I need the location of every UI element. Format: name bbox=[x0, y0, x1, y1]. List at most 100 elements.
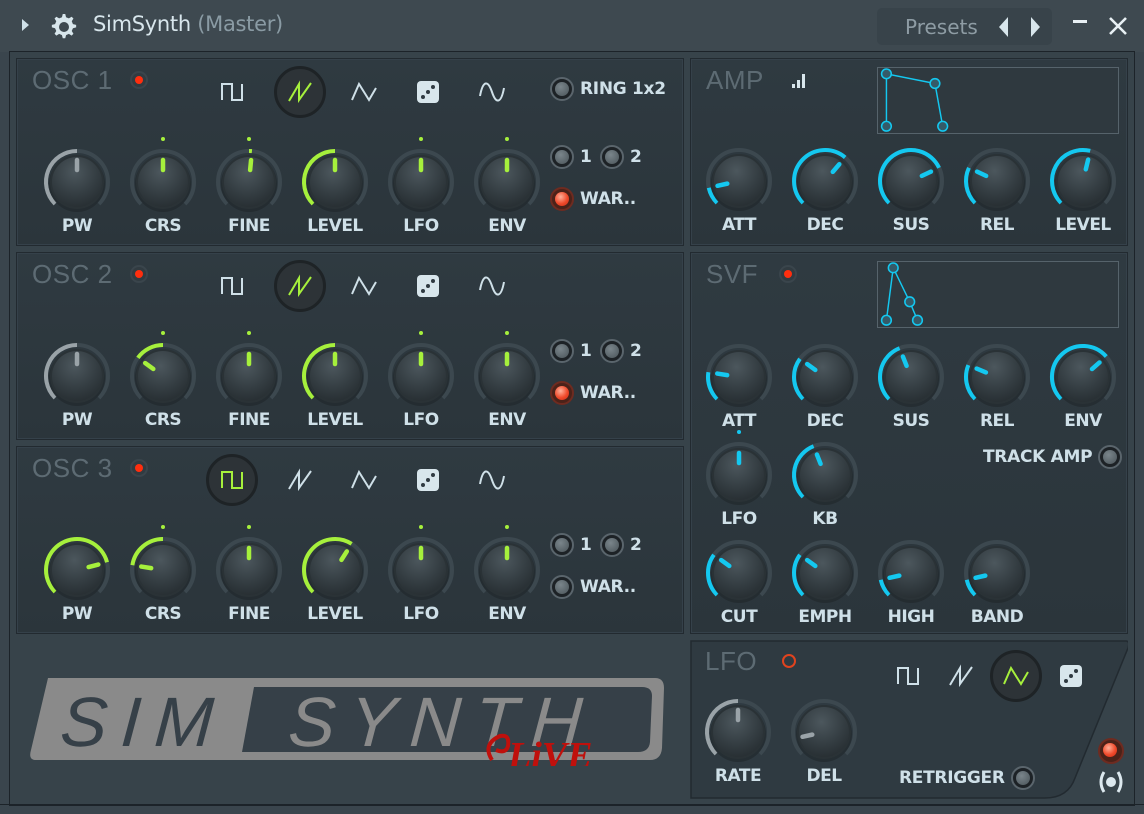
osc-toggle-1-button[interactable] bbox=[550, 145, 574, 169]
gear-icon[interactable] bbox=[50, 12, 78, 40]
osc-toggle-2[interactable]: 2 bbox=[600, 533, 642, 557]
wave-square-icon[interactable] bbox=[209, 69, 255, 115]
lfo-enable-led[interactable] bbox=[780, 652, 798, 670]
osc-knob-lfo[interactable]: LFO bbox=[386, 525, 456, 624]
svf-knob-lfo[interactable]: LFO bbox=[704, 430, 774, 529]
expand-arrow-icon[interactable] bbox=[22, 19, 29, 31]
osc-knob-pw[interactable]: PW bbox=[42, 147, 112, 236]
osc-knob-crs[interactable]: CRS bbox=[128, 137, 198, 236]
osc-knob-level[interactable]: LEVEL bbox=[300, 341, 370, 430]
amp-envelope-display[interactable] bbox=[877, 67, 1119, 134]
wave-square-icon[interactable] bbox=[209, 263, 255, 309]
svf-enable-led[interactable] bbox=[779, 265, 797, 283]
amp-knob-rel[interactable]: REL bbox=[962, 146, 1032, 235]
osc-toggle-1[interactable]: 1 bbox=[550, 339, 592, 363]
warm-toggle[interactable]: WAR.. bbox=[550, 575, 636, 599]
wave-sine-icon[interactable] bbox=[469, 263, 515, 309]
amp-knob-level[interactable]: LEVEL bbox=[1048, 146, 1118, 235]
wave-noise-icon[interactable] bbox=[405, 457, 451, 503]
track-amp-toggle[interactable]: TRACK AMP bbox=[977, 445, 1123, 469]
envelope-point[interactable] bbox=[904, 296, 916, 308]
osc-toggle-2-button[interactable] bbox=[600, 339, 624, 363]
svf-knob-env[interactable]: ENV bbox=[1048, 342, 1118, 431]
wave-square-icon[interactable] bbox=[206, 454, 258, 506]
svf-knob-emph[interactable]: EMPH bbox=[790, 538, 860, 627]
power-led-button[interactable] bbox=[1098, 738, 1124, 764]
amp-knob-sus[interactable]: SUS bbox=[876, 146, 946, 235]
osc-toggle-2[interactable]: 2 bbox=[600, 145, 642, 169]
osc-enable-led[interactable] bbox=[130, 71, 148, 89]
preset-prev-icon[interactable] bbox=[999, 17, 1008, 37]
amp-knob-dec[interactable]: DEC bbox=[790, 146, 860, 235]
osc-knob-env[interactable]: ENV bbox=[472, 137, 542, 236]
svf-knob-band[interactable]: BAND bbox=[962, 538, 1032, 627]
wave-noise-icon[interactable] bbox=[405, 263, 451, 309]
osc-knob-level[interactable]: LEVEL bbox=[300, 535, 370, 624]
osc-knob-lfo[interactable]: LFO bbox=[386, 137, 456, 236]
svf-knob-high[interactable]: HIGH bbox=[876, 538, 946, 627]
amp-knob-att[interactable]: ATT bbox=[704, 146, 774, 235]
retrigger-button[interactable] bbox=[1010, 766, 1035, 790]
presets-selector[interactable]: Presets bbox=[877, 8, 1052, 45]
lfo-wave-noise-icon[interactable] bbox=[1048, 653, 1094, 699]
svf-knob-kb[interactable]: KB bbox=[790, 440, 860, 529]
warm-toggle-button[interactable] bbox=[550, 187, 574, 211]
wave-saw-icon[interactable] bbox=[274, 260, 326, 312]
track-amp-button[interactable] bbox=[1098, 445, 1123, 469]
warm-toggle-button[interactable] bbox=[550, 381, 574, 405]
osc-knob-fine[interactable]: FINE bbox=[214, 331, 284, 430]
osc-knob-env[interactable]: ENV bbox=[472, 525, 542, 624]
wave-triangle-icon[interactable] bbox=[341, 263, 387, 309]
warm-toggle-button[interactable] bbox=[550, 575, 574, 599]
osc-knob-fine[interactable]: FINE bbox=[214, 137, 284, 236]
osc-toggle-1-button[interactable] bbox=[550, 339, 574, 363]
lfo-wave-square-icon[interactable] bbox=[885, 653, 931, 699]
svf-knob-dec[interactable]: DEC bbox=[790, 342, 860, 431]
wave-saw-icon[interactable] bbox=[274, 66, 326, 118]
broadcast-icon[interactable] bbox=[1096, 768, 1126, 796]
retrigger-toggle[interactable]: RETRIGGER bbox=[893, 766, 1035, 790]
osc-enable-led[interactable] bbox=[130, 459, 148, 477]
signal-bars-icon[interactable] bbox=[791, 71, 809, 89]
ring-toggle-button[interactable] bbox=[550, 77, 574, 101]
envelope-point[interactable] bbox=[880, 120, 893, 132]
envelope-point[interactable] bbox=[911, 314, 924, 326]
svf-envelope-display[interactable] bbox=[877, 261, 1119, 328]
svf-knob-sus[interactable]: SUS bbox=[876, 342, 946, 431]
warm-toggle[interactable]: WAR.. bbox=[550, 187, 636, 211]
envelope-point[interactable] bbox=[880, 314, 893, 326]
svf-knob-cut[interactable]: CUT bbox=[704, 538, 774, 627]
wave-sine-icon[interactable] bbox=[469, 69, 515, 115]
minimize-icon[interactable] bbox=[1073, 20, 1087, 23]
lfo-wave-saw-icon[interactable] bbox=[938, 653, 984, 699]
wave-triangle-icon[interactable] bbox=[341, 457, 387, 503]
envelope-point[interactable] bbox=[937, 120, 949, 132]
preset-next-icon[interactable] bbox=[1031, 17, 1040, 37]
osc-knob-pw[interactable]: PW bbox=[42, 341, 112, 430]
svf-knob-att[interactable]: ATT bbox=[704, 342, 774, 431]
lfo-knob-rate[interactable]: RATE bbox=[703, 697, 773, 786]
osc-knob-env[interactable]: ENV bbox=[472, 331, 542, 430]
lfo-knob-del[interactable]: DEL bbox=[789, 697, 859, 786]
osc-knob-pw[interactable]: PW bbox=[42, 535, 112, 624]
osc-enable-led[interactable] bbox=[130, 265, 148, 283]
osc-toggle-1-button[interactable] bbox=[550, 533, 574, 557]
wave-triangle-icon[interactable] bbox=[341, 69, 387, 115]
svf-knob-rel[interactable]: REL bbox=[962, 342, 1032, 431]
close-icon[interactable] bbox=[1106, 14, 1130, 38]
osc-toggle-1[interactable]: 1 bbox=[550, 533, 592, 557]
envelope-point[interactable] bbox=[880, 68, 893, 80]
wave-noise-icon[interactable] bbox=[405, 69, 451, 115]
ring-toggle[interactable]: RING 1x2 bbox=[550, 77, 666, 101]
osc-toggle-2-button[interactable] bbox=[600, 533, 624, 557]
osc-knob-level[interactable]: LEVEL bbox=[300, 147, 370, 236]
envelope-point[interactable] bbox=[887, 262, 899, 274]
envelope-point[interactable] bbox=[929, 77, 941, 90]
osc-toggle-2[interactable]: 2 bbox=[600, 339, 642, 363]
osc-knob-crs[interactable]: CRS bbox=[128, 331, 198, 430]
osc-toggle-1[interactable]: 1 bbox=[550, 145, 592, 169]
osc-toggle-2-button[interactable] bbox=[600, 145, 624, 169]
warm-toggle[interactable]: WAR.. bbox=[550, 381, 636, 405]
osc-knob-crs[interactable]: CRS bbox=[128, 525, 198, 624]
wave-sine-icon[interactable] bbox=[469, 457, 515, 503]
